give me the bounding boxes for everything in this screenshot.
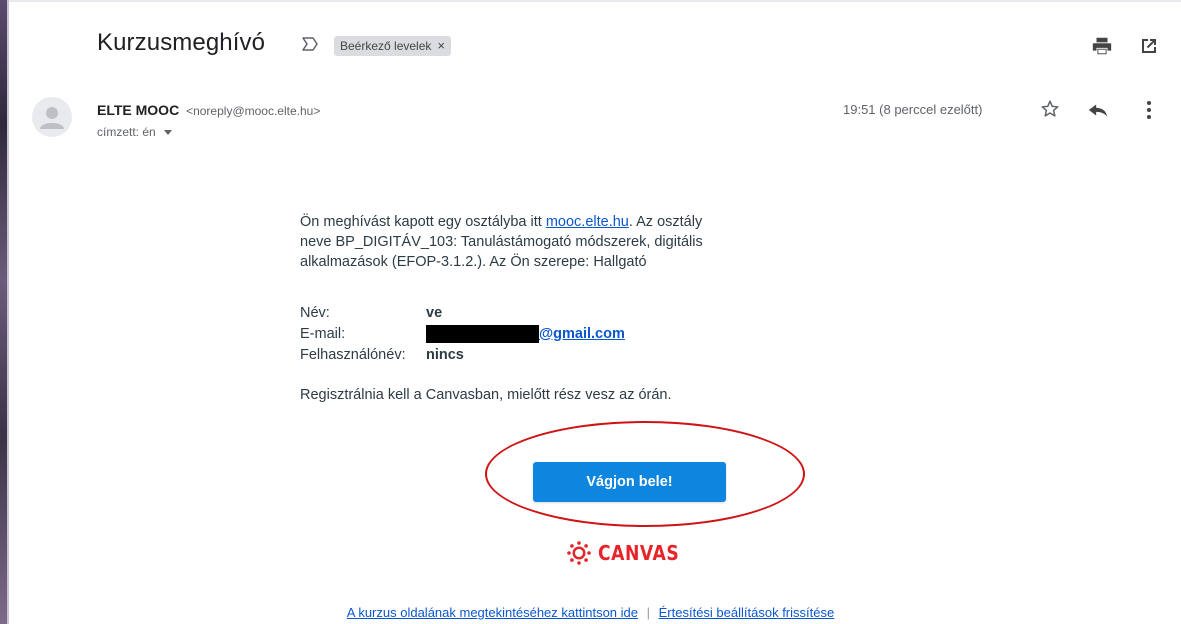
timestamp: 19:51 (8 perccel ezelőtt) xyxy=(843,102,983,117)
notification-settings-link[interactable]: Értesítési beállítások frissítése xyxy=(659,605,835,620)
important-marker-icon[interactable] xyxy=(301,36,319,52)
redaction-box xyxy=(426,324,539,343)
info-key: Név: xyxy=(300,304,330,321)
canvas-logo-text: CANVAS xyxy=(598,541,680,565)
footer-separator: | xyxy=(646,605,651,620)
invitation-paragraph: Ön meghívást kapott egy osztályba itt mo… xyxy=(300,212,730,272)
intro-text-1: Ön meghívást kapott egy osztályba itt xyxy=(300,214,546,230)
email-subject: Kurzusmeghívó xyxy=(97,29,266,56)
background-window-strip xyxy=(0,0,9,624)
info-value: ve xyxy=(426,304,443,321)
canvas-logo-icon xyxy=(567,541,591,565)
info-key: E-mail: xyxy=(300,325,346,342)
sender-line: ELTE MOOC <noreply@mooc.elte.hu> xyxy=(97,102,320,118)
info-row-email: E-mail: @gmail.com xyxy=(300,323,625,344)
get-started-button[interactable]: Vágjon bele! xyxy=(533,462,726,502)
print-icon[interactable] xyxy=(1091,35,1113,57)
email-link[interactable]: @gmail.com xyxy=(539,326,625,342)
info-value: nincs xyxy=(426,346,464,363)
canvas-logo: CANVAS xyxy=(566,540,693,566)
star-icon[interactable] xyxy=(1039,98,1061,120)
mooc-link[interactable]: mooc.elte.hu xyxy=(546,214,629,230)
footer-links: A kurzus oldalának megtekintéséhez katti… xyxy=(0,605,1181,620)
chevron-down-icon[interactable] xyxy=(163,130,172,135)
remove-label-button[interactable]: × xyxy=(437,36,445,56)
course-page-link[interactable]: A kurzus oldalának megtekintéséhez katti… xyxy=(347,605,638,620)
sender-avatar[interactable] xyxy=(32,97,72,137)
register-text: Regisztrálnia kell a Canvasban, mielőtt … xyxy=(300,387,672,403)
recipient-details[interactable]: címzett: én xyxy=(97,125,172,139)
default-avatar-icon xyxy=(40,107,64,129)
user-info-table: Név: ve E-mail: @gmail.com Felhasználóné… xyxy=(300,302,625,365)
more-vertical-icon[interactable] xyxy=(1139,99,1159,121)
label-text: Beérkező levelek xyxy=(340,39,432,53)
sender-email: <noreply@mooc.elte.hu> xyxy=(186,104,321,118)
sender-name[interactable]: ELTE MOOC xyxy=(97,102,179,118)
recipient-text: címzett: én xyxy=(97,125,156,139)
info-key: Felhasználónév: xyxy=(300,346,406,363)
info-row-name: Név: ve xyxy=(300,302,625,323)
info-row-username: Felhasználónév: nincs xyxy=(300,344,625,365)
reply-icon[interactable] xyxy=(1087,100,1109,120)
top-divider xyxy=(9,0,1181,2)
open-in-new-window-icon[interactable] xyxy=(1139,36,1159,56)
inbox-label-chip[interactable]: Beérkező levelek × xyxy=(334,36,451,56)
